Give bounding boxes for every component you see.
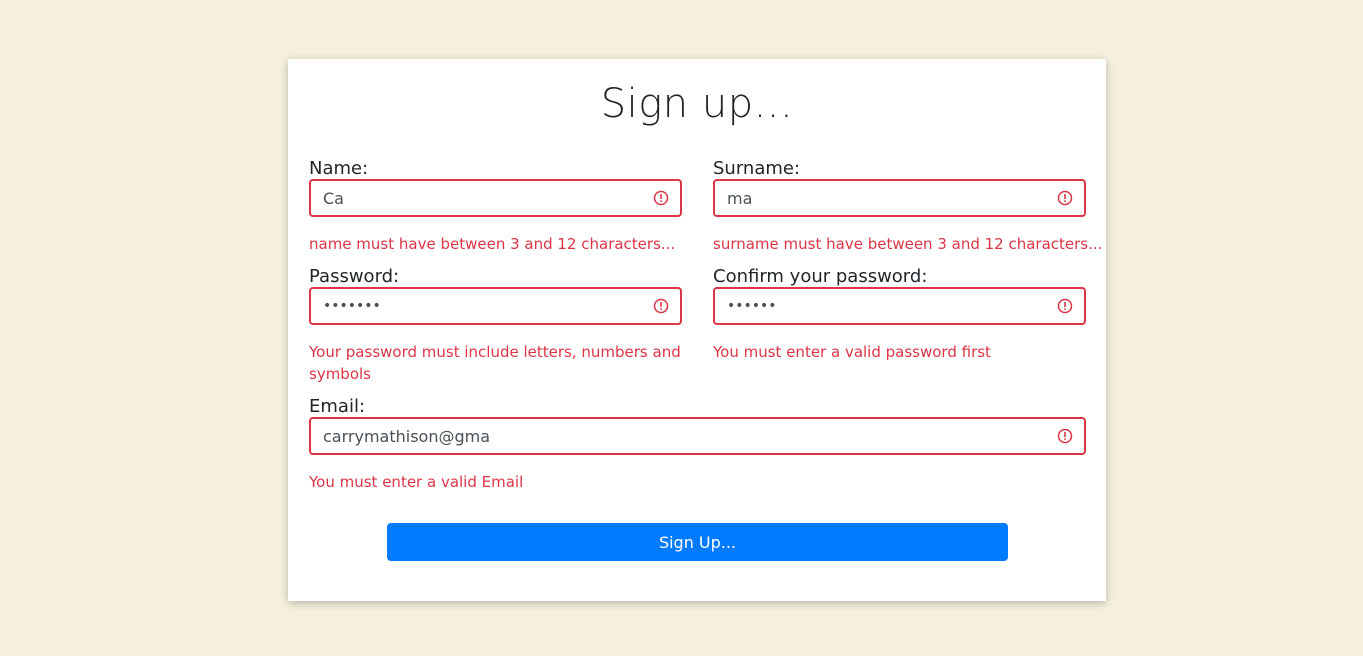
email-error: You must enter a valid Email bbox=[309, 473, 524, 491]
email-label: Email: bbox=[309, 396, 366, 417]
surname-input-box[interactable] bbox=[713, 179, 1086, 217]
surname-input[interactable] bbox=[727, 181, 1047, 215]
confirm-password-error: You must enter a valid password first bbox=[713, 343, 991, 361]
exclamation-circle-icon bbox=[1057, 190, 1073, 206]
exclamation-circle-icon bbox=[653, 190, 669, 206]
password-error: Your password must include letters, numb… bbox=[309, 343, 681, 383]
exclamation-circle-icon bbox=[1057, 428, 1073, 444]
password-input-box[interactable] bbox=[309, 287, 682, 325]
exclamation-circle-icon bbox=[1057, 298, 1073, 314]
name-label: Name: bbox=[309, 158, 369, 179]
password-field-group: Password: Your password must include let… bbox=[309, 265, 682, 390]
name-input-box[interactable] bbox=[309, 179, 682, 217]
confirm-password-input[interactable] bbox=[727, 289, 1047, 323]
surname-error: surname must have between 3 and 12 chara… bbox=[713, 235, 1103, 253]
confirm-password-field-group: Confirm your password: You must enter a … bbox=[713, 265, 1086, 365]
confirm-password-input-box[interactable] bbox=[713, 287, 1086, 325]
name-error: name must have between 3 and 12 characte… bbox=[309, 235, 676, 253]
surname-field-group: Surname: surname must have between 3 and… bbox=[713, 157, 1102, 257]
exclamation-circle-icon bbox=[653, 298, 669, 314]
email-input-box[interactable] bbox=[309, 417, 1086, 455]
sign-up-button[interactable]: Sign Up... bbox=[387, 523, 1008, 561]
page-title: Sign up... bbox=[600, 81, 794, 127]
name-field-group: Name: name must have between 3 and 12 ch… bbox=[309, 157, 682, 257]
email-field-group: Email: You must enter a valid Email bbox=[309, 395, 1086, 495]
password-label: Password: bbox=[309, 266, 400, 287]
email-input[interactable] bbox=[323, 419, 1043, 453]
confirm-password-label: Confirm your password: bbox=[713, 266, 928, 287]
surname-label: Surname: bbox=[713, 158, 801, 179]
signup-card: Sign up... Name: name must have between … bbox=[288, 59, 1106, 601]
name-input[interactable] bbox=[323, 181, 643, 215]
password-input[interactable] bbox=[323, 289, 643, 323]
